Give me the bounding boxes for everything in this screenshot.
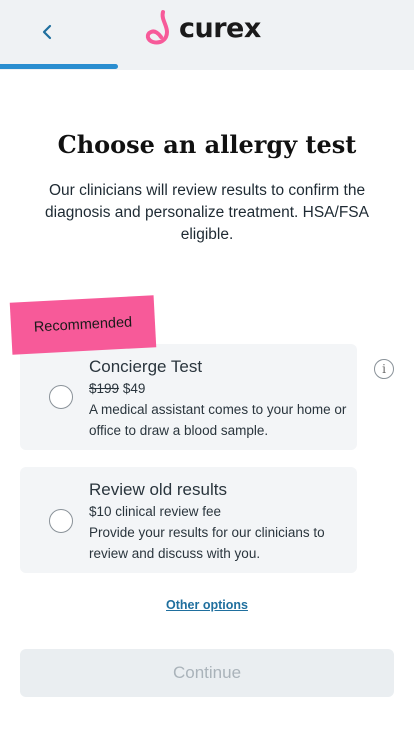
curex-logo: curex: [143, 8, 261, 48]
header: curex: [0, 0, 414, 70]
option-concierge-test[interactable]: Concierge Test $199 $49 A medical assist…: [20, 344, 357, 450]
option-price: $199 $49: [89, 379, 349, 399]
option-review-old-results[interactable]: Review old results $10 clinical review f…: [20, 467, 357, 573]
option-body: Review old results $10 clinical review f…: [89, 479, 349, 564]
option-price: $10 clinical review fee: [89, 504, 222, 519]
progress-bar: [0, 64, 118, 69]
option-body: Concierge Test $199 $49 A medical assist…: [89, 356, 349, 441]
back-button[interactable]: [30, 14, 66, 50]
chevron-left-icon: [42, 24, 52, 40]
continue-button[interactable]: Continue: [20, 649, 394, 697]
logo-text: curex: [179, 12, 261, 44]
page-title: Choose an allergy test: [57, 130, 357, 159]
option-title: Concierge Test: [89, 357, 203, 376]
option-description: A medical assistant comes to your home o…: [89, 402, 347, 438]
page-subtitle: Our clinicians will review results to co…: [45, 182, 369, 243]
radio-concierge-test[interactable]: [49, 385, 73, 409]
logo-mark-icon: [145, 10, 170, 45]
option-description: Provide your results for our clinicians …: [89, 525, 325, 561]
price-new: $49: [122, 381, 146, 396]
option-title: Review old results: [89, 480, 227, 499]
price-old: $199: [89, 381, 120, 396]
recommended-badge: Recommended: [9, 295, 157, 355]
other-options-link[interactable]: Other options: [0, 598, 414, 612]
info-icon[interactable]: i: [374, 359, 394, 379]
radio-review-old-results[interactable]: [49, 509, 73, 533]
